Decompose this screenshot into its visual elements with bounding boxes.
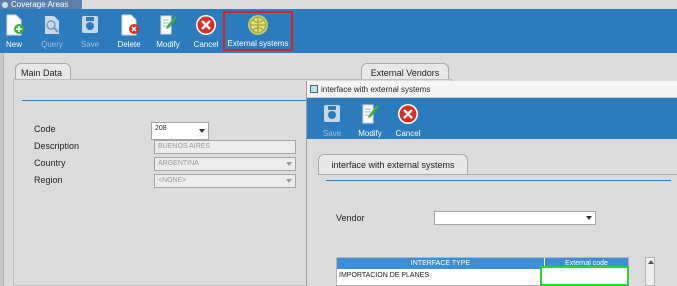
code-select[interactable]: 208 <box>151 122 209 140</box>
query-icon <box>45 16 59 34</box>
save-button[interactable]: Save <box>77 12 103 50</box>
dialog-toolbar: Save Modify Cancel <box>307 98 677 139</box>
save-label: Save <box>80 40 100 49</box>
vendor-select[interactable] <box>434 211 596 225</box>
code-label: Code <box>34 124 56 134</box>
tab-main-data-label: Main Data <box>21 68 63 78</box>
country-label: Country <box>34 158 66 168</box>
dialog-divider <box>326 180 671 181</box>
panel-divider <box>22 100 312 101</box>
description-value: BUENOS AIRES <box>158 143 211 150</box>
modify-button[interactable]: Modify <box>153 12 183 50</box>
scroll-up-icon[interactable] <box>648 260 654 264</box>
query-label: Query <box>41 40 63 49</box>
external-code-cell[interactable] <box>540 266 629 286</box>
new-document-icon <box>6 14 24 36</box>
dialog-titlebar: interface with external systems <box>307 81 677 98</box>
vendor-label: Vendor <box>336 213 365 223</box>
table-row-interface[interactable]: IMPORTACION DE PLANES <box>339 272 429 279</box>
description-field[interactable]: BUENOS AIRES <box>154 140 296 154</box>
left-edge-strip <box>0 53 4 286</box>
tab-interface-external[interactable]: interface with external systems <box>318 154 468 174</box>
code-value: 208 <box>155 125 167 132</box>
external-systems-icon <box>248 15 268 35</box>
dialog-tab-border <box>318 174 677 175</box>
region-label: Region <box>34 175 63 185</box>
dialog-save-button[interactable]: Save <box>319 101 345 139</box>
cancel-icon <box>196 15 216 35</box>
dialog-title: interface with external systems <box>321 85 431 94</box>
external-systems-button[interactable]: External systems <box>223 11 293 51</box>
modify-label: Modify <box>156 40 180 49</box>
window-icon <box>310 85 318 93</box>
save-disk-icon <box>82 16 98 33</box>
table-scrollbar[interactable] <box>645 257 655 286</box>
window-title: Coverage Areas <box>11 0 69 9</box>
region-value: <NONE> <box>158 177 187 184</box>
chevron-down-icon <box>586 216 592 220</box>
delete-document-icon <box>121 14 139 36</box>
delete-button[interactable]: Delete <box>115 12 143 50</box>
save-disk-icon <box>324 105 340 122</box>
cancel-icon <box>398 104 418 124</box>
country-value: ARGENTINA <box>158 160 199 167</box>
window-titlebar: Coverage Areas <box>0 0 82 9</box>
edit-pencil-icon <box>362 104 379 124</box>
cancel-button[interactable]: Cancel <box>191 12 221 50</box>
chevron-down-icon <box>199 129 205 133</box>
chevron-down-icon <box>286 179 292 183</box>
region-select[interactable]: <NONE> <box>154 174 296 188</box>
column-interface-type[interactable]: INTERFACE TYPE <box>337 258 544 269</box>
delete-label: Delete <box>117 40 141 49</box>
country-select[interactable]: ARGENTINA <box>154 157 296 171</box>
dialog-cancel-label: Cancel <box>395 129 421 138</box>
tab-interface-external-label: interface with external systems <box>331 160 455 170</box>
new-button[interactable]: New <box>2 12 26 50</box>
query-button[interactable]: Query <box>38 12 66 50</box>
external-systems-label: External systems <box>227 39 289 48</box>
tab-external-vendors-label: External Vendors <box>370 68 440 78</box>
app-icon <box>2 1 8 8</box>
chevron-down-icon <box>286 162 292 166</box>
external-systems-dialog: interface with external systems Save Mod… <box>306 81 677 286</box>
dialog-save-label: Save <box>322 129 342 138</box>
description-label: Description <box>34 141 80 151</box>
new-label: New <box>5 40 22 49</box>
cancel-label: Cancel <box>193 40 219 49</box>
dialog-modify-button[interactable]: Modify <box>355 101 385 139</box>
dialog-cancel-button[interactable]: Cancel <box>393 101 423 139</box>
edit-pencil-icon <box>160 15 177 35</box>
main-toolbar: New Query Save Delete Modify Cancel Exte… <box>0 9 677 53</box>
dialog-modify-label: Modify <box>358 129 382 138</box>
